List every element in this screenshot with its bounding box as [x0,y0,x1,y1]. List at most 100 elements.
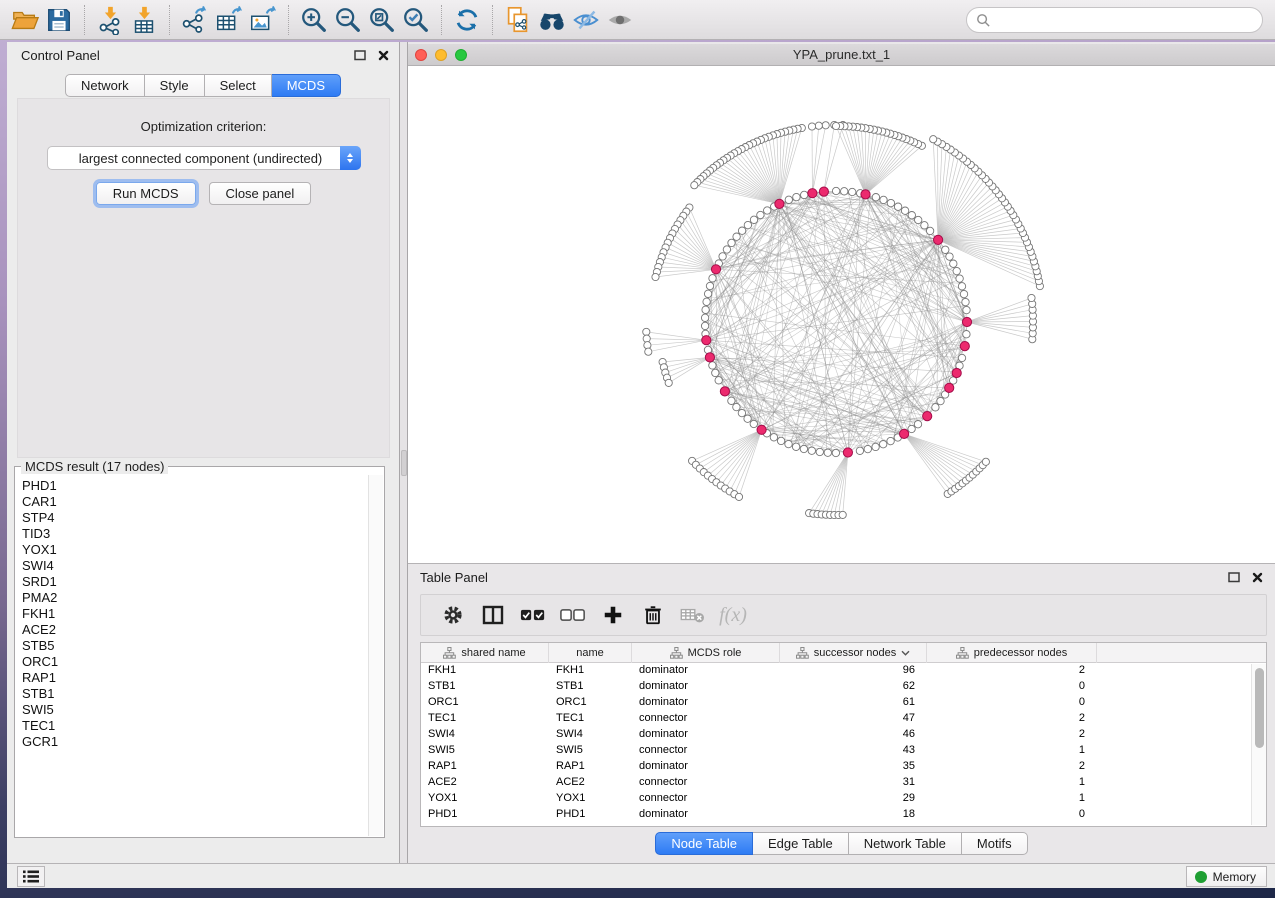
table-cell[interactable]: connector [632,711,780,727]
table-row[interactable]: RAP1RAP1dominator352 [421,759,1266,775]
graph-node[interactable] [644,342,651,349]
table-cell[interactable]: ACE2 [421,775,549,791]
graph-node[interactable] [841,188,848,195]
graph-node[interactable] [958,354,965,361]
table-cell[interactable]: TEC1 [549,711,632,727]
table-cell[interactable]: dominator [632,679,780,695]
table-cell[interactable]: 1 [927,791,1097,807]
graph-node[interactable] [733,403,740,410]
graph-node[interactable] [900,429,909,438]
graph-node[interactable] [715,377,722,384]
mcds-result-item[interactable]: TID3 [22,526,368,542]
graph-node[interactable] [856,447,863,454]
column-header-MCDS-role[interactable]: MCDS role [632,643,780,663]
table-cell[interactable]: 47 [780,711,927,727]
graph-node[interactable] [757,425,766,434]
table-cell[interactable]: RAP1 [549,759,632,775]
graph-node[interactable] [808,447,815,454]
table-cell[interactable]: 96 [780,663,927,679]
graph-node[interactable] [777,437,784,444]
table-cell[interactable]: SWI5 [549,743,632,759]
graph-node[interactable] [864,445,871,452]
table-cell[interactable]: 46 [780,727,927,743]
column-header-name[interactable]: name [549,643,632,663]
mcds-result-item[interactable]: SWI4 [22,558,368,574]
table-cell[interactable]: ORC1 [549,695,632,711]
graph-node[interactable] [701,322,708,329]
select-all-icon[interactable] [513,600,553,630]
table-row[interactable]: SWI5SWI5connector431 [421,743,1266,759]
graph-node[interactable] [735,493,742,500]
table-cell[interactable]: RAP1 [421,759,549,775]
columns-icon[interactable] [473,600,513,630]
search-input[interactable] [991,13,1262,28]
table-cell[interactable]: SWI5 [421,743,549,759]
splitter-grip[interactable] [401,450,407,476]
graph-node[interactable] [719,253,726,260]
graph-node[interactable] [1028,294,1035,301]
graph-node[interactable] [738,409,745,416]
mcds-result-item[interactable]: RAP1 [22,670,368,686]
table-cell[interactable]: 35 [780,759,927,775]
graph-node[interactable] [785,196,792,203]
graph-node[interactable] [709,275,716,282]
table-cell[interactable]: connector [632,775,780,791]
table-cell[interactable]: YOX1 [421,791,549,807]
graph-node[interactable] [744,415,751,422]
table-cell[interactable]: 31 [780,775,927,791]
delete-row-icon[interactable] [633,600,673,630]
graph-node[interactable] [720,387,729,396]
table-row[interactable]: ORC1ORC1dominator610 [421,695,1266,711]
graph-node[interactable] [723,246,730,253]
graph-node[interactable] [921,222,928,229]
graph-node[interactable] [704,290,711,297]
zoom-out-icon[interactable] [331,3,365,37]
tab-motifs[interactable]: Motifs [962,832,1028,855]
graph-node[interactable] [963,331,970,338]
save-session-icon[interactable] [42,3,76,37]
graph-node[interactable] [962,317,971,326]
table-cell[interactable]: 0 [927,695,1097,711]
tab-select[interactable]: Select [205,74,272,97]
graph-node[interactable] [953,267,960,274]
memory-button[interactable]: Memory [1186,866,1267,887]
table-cell[interactable]: SWI4 [549,727,632,743]
vertical-splitter[interactable] [400,42,408,863]
table-cell[interactable]: 18 [780,807,927,823]
table-row[interactable]: YOX1YOX1connector291 [421,791,1266,807]
table-cell[interactable]: 2 [927,759,1097,775]
table-cell[interactable]: 1 [927,775,1097,791]
graph-node[interactable] [880,441,887,448]
mcds-result-item[interactable]: SWI5 [22,702,368,718]
deselect-all-icon[interactable] [553,600,593,630]
import-network-icon[interactable] [93,3,127,37]
table-cell[interactable]: connector [632,743,780,759]
zoom-fit-icon[interactable] [365,3,399,37]
table-cell[interactable]: dominator [632,695,780,711]
column-header-successor-nodes[interactable]: successor nodes [780,643,927,663]
graph-node[interactable] [691,182,698,189]
task-history-button[interactable] [17,866,45,887]
table-cell[interactable]: ORC1 [421,695,549,711]
table-cell[interactable]: FKH1 [421,663,549,679]
graph-node[interactable] [894,203,901,210]
graph-node[interactable] [703,298,710,305]
graph-node[interactable] [950,260,957,267]
graph-node[interactable] [960,342,969,351]
graph-node[interactable] [945,383,954,392]
graph-node[interactable] [832,449,839,456]
graph-node[interactable] [750,420,757,427]
close-panel-icon[interactable] [1252,572,1263,583]
graph-node[interactable] [930,136,937,143]
export-image-icon[interactable] [246,3,280,37]
graph-node[interactable] [652,273,659,280]
mcds-result-item[interactable]: ORC1 [22,654,368,670]
table-cell[interactable]: 0 [927,807,1097,823]
graph-node[interactable] [887,199,894,206]
table-cell[interactable]: STB1 [549,679,632,695]
graph-node[interactable] [952,368,961,377]
mcds-result-item[interactable]: FKH1 [22,606,368,622]
table-cell[interactable]: ACE2 [549,775,632,791]
graph-node[interactable] [744,221,751,228]
table-scrollbar-thumb[interactable] [1255,668,1264,748]
